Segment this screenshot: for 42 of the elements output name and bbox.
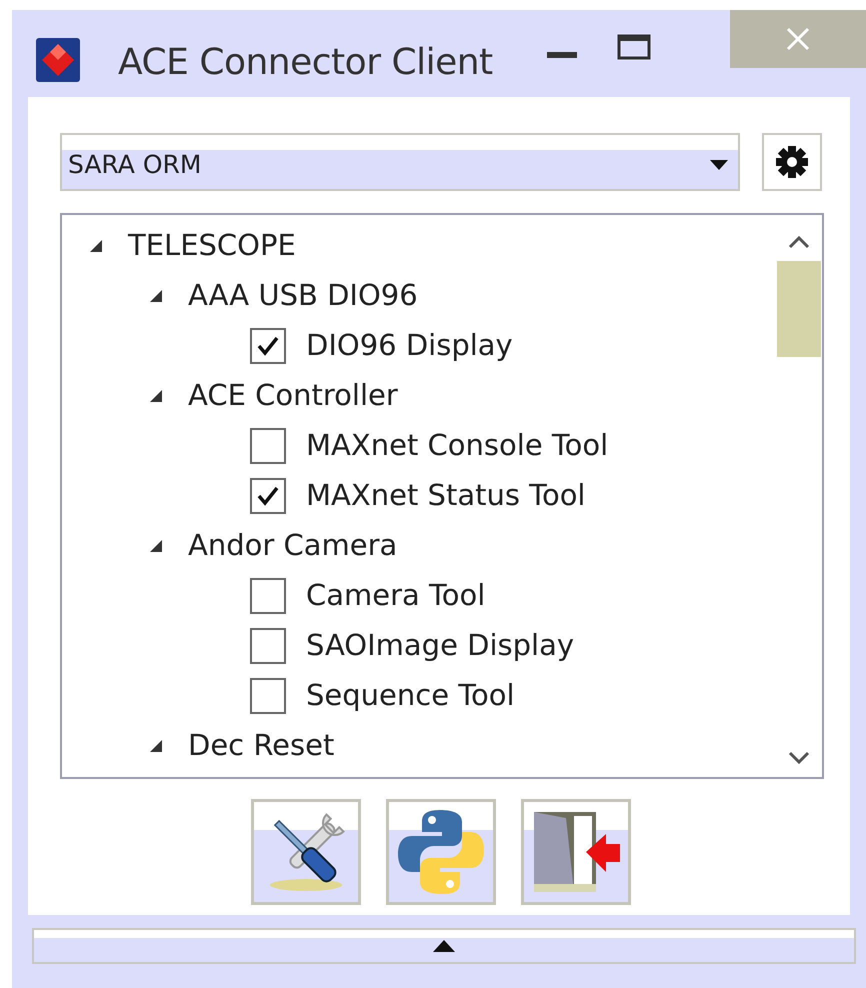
dropdown-value: SARA ORM (68, 149, 202, 182)
tree-item-label[interactable]: SAOImage Display (306, 624, 574, 668)
expand-arrow-icon[interactable] (148, 388, 164, 404)
window-title: ACE Connector Client (118, 41, 493, 85)
checkbox[interactable] (250, 678, 286, 714)
tree-item-label[interactable]: DIO96 Display (306, 324, 513, 368)
maximize-icon (616, 34, 651, 60)
profile-dropdown[interactable]: SARA ORM (60, 133, 740, 191)
toolbar-button[interactable] (521, 799, 631, 905)
toolbar-button[interactable] (251, 799, 361, 905)
gear-icon (775, 145, 809, 179)
tree-item-label[interactable]: MAXnet Console Tool (306, 424, 608, 468)
expand-arrow-icon[interactable] (148, 288, 164, 304)
app-icon (36, 38, 80, 82)
tree-item-label[interactable]: Sequence Tool (306, 674, 515, 718)
tree-item-label[interactable]: Camera Tool (306, 574, 486, 618)
checkbox[interactable] (250, 428, 286, 464)
scroll-down-icon[interactable] (788, 751, 810, 765)
panel-toggle-bar[interactable] (32, 928, 856, 964)
dropdown-caret-icon (710, 160, 728, 170)
scrollbar-thumb[interactable] (777, 261, 821, 357)
settings-button[interactable] (762, 133, 822, 191)
expand-arrow-icon[interactable] (88, 238, 104, 254)
scroll-up-icon[interactable] (788, 235, 810, 249)
tree-item-label[interactable]: TELESCOPE (128, 224, 296, 268)
tree-item-label[interactable]: MAXnet Status Tool (306, 474, 586, 518)
checkmark-icon (257, 486, 279, 506)
tree-item-label[interactable]: ACE Controller (188, 374, 398, 418)
tree-item-label[interactable]: Andor Camera (188, 524, 398, 568)
expand-arrow-icon[interactable] (148, 738, 164, 754)
checkbox[interactable] (250, 478, 286, 514)
close-icon (785, 26, 811, 52)
toolbar-button[interactable] (386, 799, 496, 905)
expand-arrow-icon[interactable] (148, 538, 164, 554)
tree-item-label[interactable]: AAA USB DIO96 (188, 274, 418, 318)
minimize-icon (546, 52, 577, 58)
checkbox[interactable] (250, 578, 286, 614)
checkbox[interactable] (250, 628, 286, 664)
tree-item-label[interactable]: Dec Reset (188, 724, 334, 768)
checkbox[interactable] (250, 328, 286, 364)
expand-arrow-icon (433, 940, 455, 952)
checkmark-icon (257, 336, 279, 356)
